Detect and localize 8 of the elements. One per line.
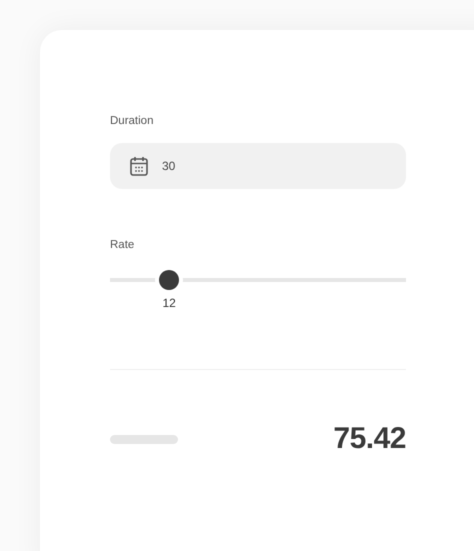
- slider-value: 12: [162, 296, 176, 310]
- field-label: Duration: [110, 115, 154, 129]
- slider-label: Rate: [110, 239, 136, 253]
- placeholder-bar: [110, 434, 178, 444]
- calendar-icon: [130, 156, 148, 176]
- input-field[interactable]: 30: [110, 143, 406, 189]
- slider-thumb[interactable]: [159, 270, 180, 290]
- total-value: 75.42: [333, 422, 406, 456]
